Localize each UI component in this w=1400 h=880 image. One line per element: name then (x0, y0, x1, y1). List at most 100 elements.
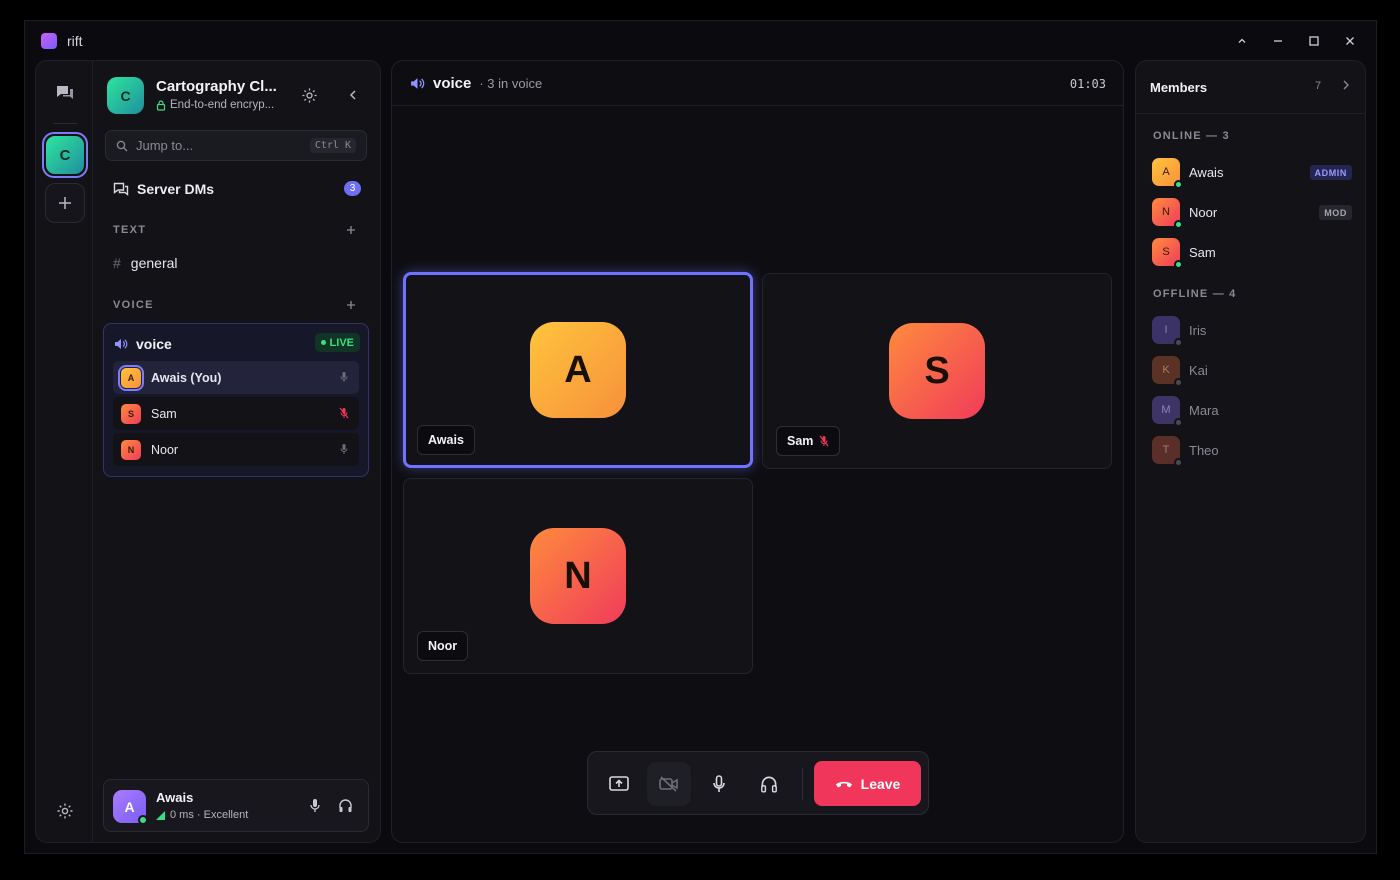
mic-muted-icon (819, 435, 829, 447)
minimize-button[interactable] (1262, 27, 1294, 55)
voice-user-name: Sam (151, 406, 177, 421)
member-theo[interactable]: T Theo (1152, 436, 1352, 467)
participant-count: · 3 in voice (479, 76, 543, 91)
members-header: Members 7 (1136, 61, 1365, 114)
share-screen-button[interactable] (597, 762, 641, 806)
server-header: C Cartography Cl... End-to-end encryp... (107, 77, 366, 117)
screen-share-icon (609, 776, 629, 791)
add-text-channel-button[interactable] (346, 225, 356, 235)
controls-divider (802, 768, 803, 800)
voice-user-sam[interactable]: S Sam (113, 397, 359, 430)
avatar: S (121, 403, 141, 424)
video-tile-awais[interactable]: A Awais (403, 272, 753, 468)
server-icon-cartography[interactable]: C (42, 132, 88, 178)
member-sam[interactable]: S Sam (1152, 238, 1352, 269)
collapse-window-button[interactable] (1226, 27, 1258, 55)
members-panel: Members 7 ONLINE — 3 A Awais ADMIN N Noo… (1135, 60, 1366, 843)
live-label: LIVE (329, 336, 354, 349)
app-window: rift C C Cartography Cl... End-to-end en… (24, 20, 1377, 854)
collapse-sidebar-button[interactable] (345, 87, 361, 103)
role-badge: MOD (1319, 205, 1352, 220)
toggle-deafen-button[interactable] (747, 762, 791, 806)
mic-muted-icon (339, 407, 349, 419)
live-badge: LIVE (314, 333, 360, 352)
channel-general[interactable]: # general (113, 255, 178, 271)
maximize-icon (1309, 36, 1319, 46)
tile-avatar: A (530, 322, 626, 418)
online-status-icon (138, 815, 148, 825)
member-iris[interactable]: I Iris (1152, 316, 1352, 347)
member-name: Iris (1189, 322, 1207, 338)
add-server-button[interactable] (45, 183, 85, 223)
voice-channel-card[interactable]: voice LIVE A Awais (You) S Sam N Noor (103, 323, 369, 477)
plus-icon (59, 197, 71, 209)
encryption-status: End-to-end encryp... (156, 99, 274, 111)
toggle-deafen-button[interactable] (338, 798, 353, 813)
user-name: Awais (156, 790, 194, 805)
video-tile-noor[interactable]: N Noor (403, 478, 753, 674)
chevron-up-icon (1238, 38, 1246, 43)
member-name: Sam (1189, 244, 1216, 260)
avatar: N (1152, 198, 1183, 229)
jump-to-search[interactable]: Ctrl K (105, 130, 367, 161)
live-dot-icon (320, 340, 326, 345)
speaker-icon (411, 78, 425, 89)
toggle-mic-button[interactable] (309, 798, 321, 813)
voice-user-awais[interactable]: A Awais (You) (113, 361, 359, 394)
plus-icon (347, 301, 355, 309)
close-window-button[interactable] (1334, 27, 1366, 55)
video-tile-sam[interactable]: S Sam (762, 273, 1112, 469)
role-badge: ADMIN (1309, 165, 1352, 180)
member-awais[interactable]: A Awais ADMIN (1152, 158, 1352, 189)
server-dms-label: Server DMs (137, 181, 215, 197)
members-count: 7 (1315, 80, 1322, 92)
offline-section-label: OFFLINE — 4 (1153, 288, 1237, 300)
user-settings-button[interactable] (45, 791, 85, 831)
avatar: M (1152, 396, 1183, 427)
online-status-icon (1174, 260, 1183, 269)
tile-name-tag: Sam (776, 426, 841, 456)
mic-icon (310, 799, 320, 812)
maximize-button[interactable] (1298, 27, 1330, 55)
tile-avatar: N (530, 528, 626, 624)
plus-icon (347, 226, 355, 234)
tile-avatar: S (889, 323, 985, 419)
toggle-mic-button[interactable] (697, 762, 741, 806)
server-settings-button[interactable] (301, 87, 318, 104)
call-controls: Leave (587, 751, 929, 815)
gear-icon (302, 88, 317, 103)
connection-status: 0 ms · Excellent (156, 809, 248, 821)
member-noor[interactable]: N Noor MOD (1152, 198, 1352, 229)
server-dms-item[interactable]: Server DMs 3 (113, 180, 361, 198)
chevron-left-icon (349, 90, 356, 100)
collapse-members-button[interactable] (1339, 78, 1353, 92)
search-input[interactable] (136, 138, 310, 153)
chat-bubbles-icon (57, 86, 73, 99)
server-name[interactable]: Cartography Cl... (156, 78, 282, 95)
hang-up-icon (835, 781, 852, 787)
direct-messages-button[interactable] (45, 73, 85, 113)
voice-channel-name: voice (136, 336, 172, 352)
avatar: A (118, 364, 144, 391)
member-kai[interactable]: K Kai (1152, 356, 1352, 387)
call-header: voice · 3 in voice 01:03 (392, 61, 1123, 106)
toggle-camera-button[interactable] (647, 762, 691, 806)
close-icon (1346, 37, 1354, 45)
voice-section-label: VOICE (113, 299, 154, 311)
leave-label: Leave (860, 775, 901, 792)
member-mara[interactable]: M Mara (1152, 396, 1352, 427)
add-voice-channel-button[interactable] (346, 300, 356, 310)
offline-status-icon (1174, 338, 1183, 347)
voice-user-noor[interactable]: N Noor (113, 433, 359, 466)
speaker-icon (115, 339, 128, 349)
tile-name: Awais (428, 433, 464, 447)
mic-icon (340, 372, 348, 382)
gear-icon (57, 803, 73, 819)
server-rail: C (35, 60, 93, 843)
offline-status-icon (1174, 458, 1183, 467)
avatar: I (1152, 316, 1183, 347)
rail-divider (53, 123, 77, 124)
leave-call-button[interactable]: Leave (814, 761, 921, 806)
chevron-right-icon (1343, 80, 1349, 90)
server-avatar[interactable]: C (107, 77, 144, 114)
